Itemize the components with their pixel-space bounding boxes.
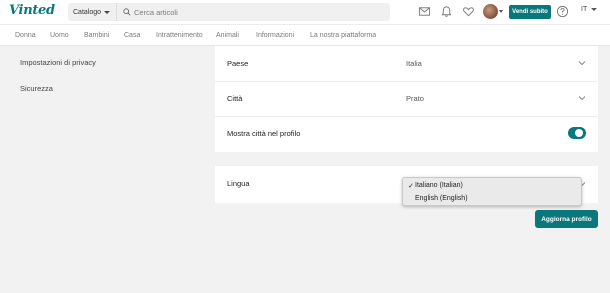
avatar[interactable] (483, 4, 498, 19)
language-dropdown-menu: ✓ Italiano (Italian) English (English) (402, 177, 582, 206)
toggle-knob (575, 129, 583, 137)
search-input[interactable] (134, 3, 384, 21)
sidebar-item-security[interactable]: Sicurezza (20, 84, 53, 93)
profile-settings-card: Paese Italia Città Prato Mostra città ne… (215, 46, 598, 152)
category-item[interactable]: Informazioni (256, 32, 294, 39)
mail-icon[interactable] (418, 5, 431, 18)
vinted-logo[interactable]: Vinted (9, 3, 55, 18)
sidebar-item-privacy[interactable]: Impostazioni di privacy (20, 58, 96, 67)
top-header: Vinted Catalogo Vendi subito IT (0, 0, 610, 24)
search-bar: Catalogo (68, 3, 390, 21)
category-nav: Donna Uomo Bambini Casa Intrattenimento … (0, 24, 610, 46)
country-value: Italia (406, 59, 422, 68)
city-label: Città (227, 94, 243, 103)
show-city-label: Mostra città nel profilo (227, 129, 301, 138)
category-item[interactable]: Bambini (84, 32, 109, 39)
country-row[interactable]: Paese Italia (215, 46, 598, 82)
avatar-caret-icon[interactable] (499, 10, 503, 13)
show-city-toggle[interactable] (568, 127, 586, 139)
category-item[interactable]: Intrattenimento (156, 32, 203, 39)
catalog-dropdown[interactable]: Catalogo (68, 3, 117, 21)
catalog-label: Catalogo (73, 8, 102, 16)
language-option-english[interactable]: English (English) (403, 192, 581, 205)
category-item[interactable]: Animali (216, 32, 239, 39)
language-code: IT (581, 6, 588, 13)
language-selector[interactable]: IT (581, 6, 598, 13)
category-item[interactable]: Casa (124, 32, 140, 39)
update-profile-button[interactable]: Aggiorna profilo (535, 210, 598, 228)
category-item[interactable]: Uomo (50, 32, 69, 39)
city-value: Prato (406, 94, 424, 103)
chevron-down-icon (578, 61, 586, 66)
option-label: English (English) (415, 195, 468, 202)
country-label: Paese (227, 59, 249, 68)
category-item[interactable]: Donna (15, 32, 36, 39)
search-icon (123, 8, 131, 16)
bell-icon[interactable] (440, 5, 453, 18)
chevron-down-icon (578, 96, 586, 101)
category-item[interactable]: La nostra piattaforma (310, 32, 376, 39)
heart-icon[interactable] (462, 5, 475, 18)
checkmark-icon: ✓ (408, 183, 414, 190)
option-label: Italiano (Italian) (415, 182, 463, 189)
show-city-row: Mostra città nel profilo (215, 116, 598, 152)
language-label: Lingua (227, 179, 250, 188)
caret-down-icon (104, 10, 111, 14)
language-option-italian[interactable]: ✓ Italiano (Italian) (403, 179, 581, 192)
sell-now-button[interactable]: Vendi subito (509, 5, 551, 19)
help-icon[interactable] (556, 5, 569, 18)
chevron-down-icon (591, 8, 598, 11)
city-row[interactable]: Città Prato (215, 81, 598, 117)
